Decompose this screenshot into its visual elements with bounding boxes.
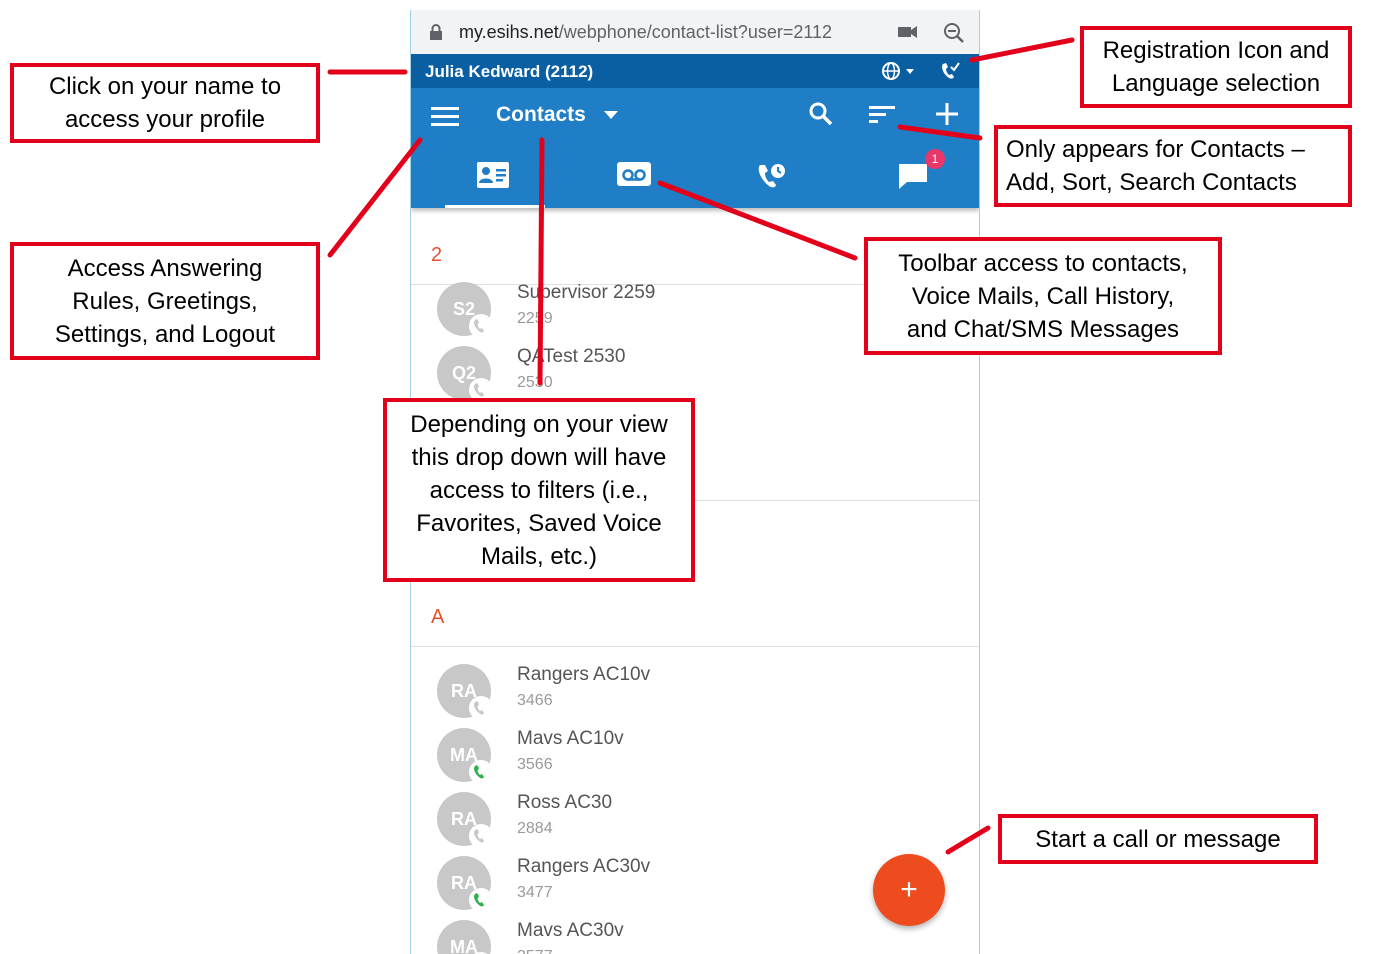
contact-card-icon bbox=[477, 162, 509, 188]
avatar: MA bbox=[437, 920, 491, 954]
contact-extension: 3477 bbox=[517, 884, 553, 901]
registration-phone-icon[interactable] bbox=[939, 61, 961, 81]
phone-online-icon bbox=[474, 765, 484, 779]
phone-offline-icon bbox=[474, 319, 484, 333]
contact-name: Rangers AC10v bbox=[517, 664, 651, 685]
callout-toolbar: Toolbar access to contacts, Voice Mails,… bbox=[864, 237, 1222, 355]
section-letter: A bbox=[431, 606, 445, 628]
list-item[interactable]: RA Ross AC30 2884 bbox=[411, 792, 979, 856]
contact-extension: 2530 bbox=[517, 374, 553, 391]
tab-chat-messages[interactable]: 1 bbox=[841, 144, 979, 208]
phone-offline-icon bbox=[474, 701, 484, 715]
list-item[interactable]: MA Mavs AC30v 3577 bbox=[411, 920, 979, 954]
contact-extension: 3577 bbox=[517, 948, 553, 954]
browser-address-bar[interactable]: my.esihs.net/webphone/contact-list?user=… bbox=[411, 10, 979, 54]
phone-offline-icon bbox=[474, 383, 484, 397]
presence-status bbox=[469, 314, 493, 338]
chat-icon bbox=[899, 164, 927, 189]
new-call-message-fab[interactable]: + bbox=[873, 854, 945, 926]
voicemail-icon bbox=[617, 162, 651, 186]
language-globe-icon[interactable] bbox=[881, 61, 921, 81]
hamburger-menu-icon[interactable] bbox=[431, 106, 459, 126]
url-text[interactable]: my.esihs.net/webphone/contact-list?user=… bbox=[459, 22, 832, 43]
callout-registration: Registration Icon and Language selection bbox=[1080, 26, 1352, 108]
presence-status bbox=[469, 888, 493, 912]
contact-extension: 2259 bbox=[517, 310, 553, 327]
callout-contacts-only: Only appears for Contacts – Add, Sort, S… bbox=[994, 125, 1352, 207]
user-name-link[interactable]: Julia Kedward (2112) bbox=[425, 62, 593, 82]
presence-status bbox=[469, 760, 493, 784]
contact-name: Supervisor 2259 bbox=[517, 282, 656, 303]
list-item[interactable]: MA Mavs AC10v 3566 bbox=[411, 728, 979, 792]
zoom-icon[interactable] bbox=[943, 22, 965, 44]
contact-extension: 3566 bbox=[517, 756, 553, 773]
chevron-down-icon[interactable] bbox=[604, 111, 618, 119]
contact-extension: 3466 bbox=[517, 692, 553, 709]
call-history-icon bbox=[758, 164, 785, 188]
url-path: /webphone/contact-list?user=2112 bbox=[558, 22, 833, 42]
presence-status bbox=[469, 696, 493, 720]
section-letter: 2 bbox=[431, 244, 443, 266]
url-host: my.esihs.net bbox=[459, 22, 559, 42]
tab-call-history[interactable] bbox=[701, 144, 843, 208]
contact-name: Ross AC30 bbox=[517, 792, 613, 813]
app-bar: Contacts bbox=[411, 88, 979, 144]
lock-icon bbox=[430, 24, 442, 40]
toolbar-tabs: 1 bbox=[411, 144, 979, 208]
presence-status bbox=[469, 824, 493, 848]
list-item[interactable]: RA Rangers AC10v 3466 bbox=[411, 664, 979, 728]
contact-name: Rangers AC30v bbox=[517, 856, 651, 877]
camera-icon[interactable] bbox=[897, 24, 919, 40]
tab-contacts[interactable] bbox=[421, 144, 563, 208]
contact-name: Mavs AC10v bbox=[517, 728, 624, 749]
callout-dropdown: Depending on your view this drop down wi… bbox=[383, 398, 695, 582]
callout-menu: Access Answering Rules, Greetings, Setti… bbox=[10, 242, 320, 360]
contact-name: Mavs AC30v bbox=[517, 920, 624, 941]
section-divider bbox=[411, 646, 979, 647]
sort-icon[interactable] bbox=[869, 105, 895, 125]
contact-name: QATest 2530 bbox=[517, 346, 626, 367]
phone-offline-icon bbox=[474, 829, 484, 843]
user-bar: Julia Kedward (2112) bbox=[411, 54, 979, 88]
unread-badge: 1 bbox=[925, 149, 945, 169]
callout-start-call: Start a call or message bbox=[998, 814, 1318, 864]
add-contact-icon[interactable] bbox=[935, 102, 959, 126]
tab-voicemail[interactable] bbox=[561, 144, 703, 208]
phone-online-icon bbox=[474, 893, 484, 907]
search-icon[interactable] bbox=[809, 102, 833, 126]
callout-profile: Click on your name to access your profil… bbox=[10, 63, 320, 143]
contact-extension: 2884 bbox=[517, 820, 553, 837]
view-title-dropdown[interactable]: Contacts bbox=[496, 103, 586, 127]
